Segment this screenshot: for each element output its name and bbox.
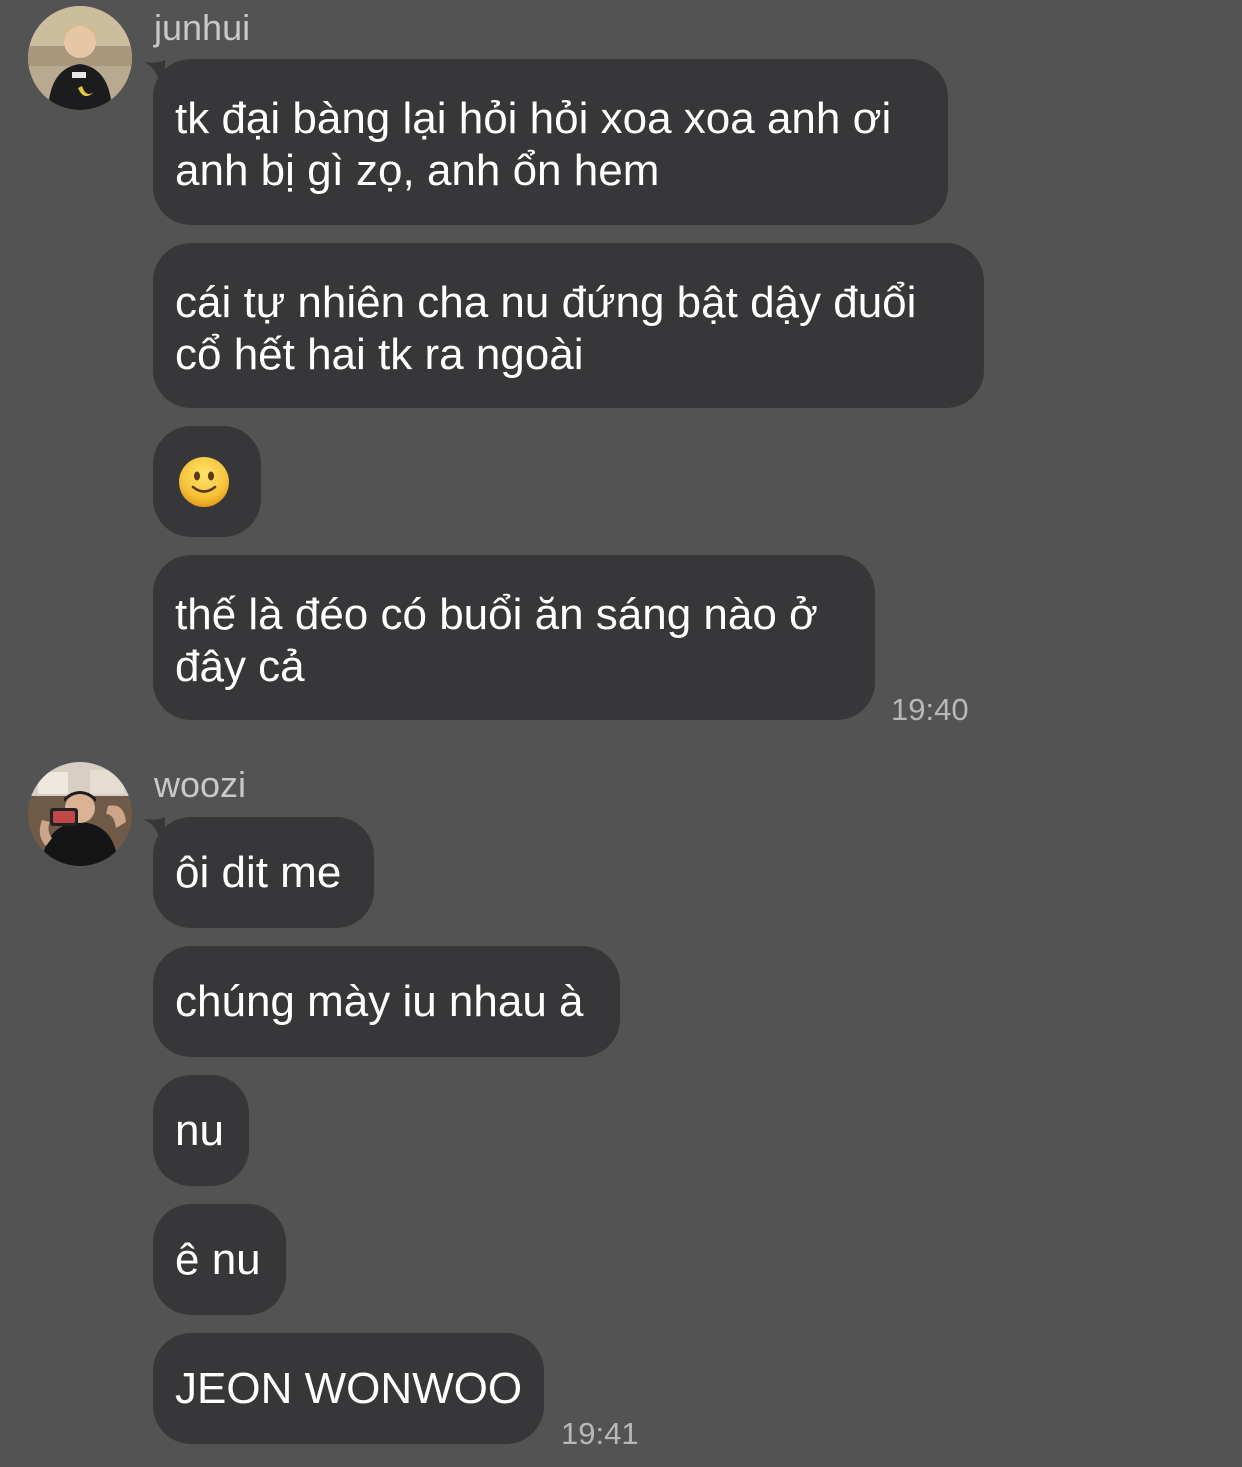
- message-bubble[interactable]: cái tự nhiên cha nu đứng bật dậy đuổi cổ…: [153, 243, 984, 408]
- sender-name: junhui: [154, 7, 251, 48]
- message-line: thế là đéo có buổi ăn sáng nào ở: [175, 590, 818, 639]
- message-bubble[interactable]: nu: [153, 1075, 249, 1186]
- message-timestamp: 19:40: [891, 692, 969, 727]
- message-line: cái tự nhiên cha nu đứng bật dậy đuổi: [175, 278, 917, 327]
- message-bubble[interactable]: JEON WONWOO: [153, 1333, 544, 1444]
- message-line: tk đại bàng lại hỏi hỏi xoa xoa anh ơi: [175, 94, 892, 143]
- message-line: đây cả: [175, 642, 305, 691]
- message-line: ê nu: [175, 1235, 261, 1284]
- slightly-smiling-face-icon: [179, 457, 229, 507]
- message-line: cổ hết hai tk ra ngoài: [175, 330, 584, 379]
- message-bubble[interactable]: chúng mày iu nhau à: [153, 946, 620, 1057]
- sender-name: woozi: [154, 764, 247, 805]
- message-bubble[interactable]: ê nu: [153, 1204, 286, 1315]
- message-line: JEON WONWOO: [175, 1364, 523, 1413]
- avatar-woozi[interactable]: [28, 762, 132, 866]
- avatar-junhui[interactable]: [28, 6, 132, 110]
- message-line: anh bị gì zọ, anh ổn hem: [175, 146, 660, 195]
- message-line: nu: [175, 1106, 224, 1155]
- emoji-message-bubble[interactable]: [153, 426, 261, 537]
- user-avatar-woozi-icon: [28, 762, 132, 866]
- message-bubble[interactable]: ôi dit me: [153, 817, 374, 928]
- message-line: ôi dit me: [175, 848, 342, 897]
- message-timestamp: 19:41: [561, 1416, 639, 1451]
- message-bubble[interactable]: thế là đéo có buổi ăn sáng nào ở đây cả: [153, 555, 875, 720]
- user-avatar-junhui-icon: [28, 6, 132, 110]
- message-bubble[interactable]: tk đại bàng lại hỏi hỏi xoa xoa anh ơi a…: [153, 59, 948, 225]
- message-line: chúng mày iu nhau à: [175, 977, 584, 1026]
